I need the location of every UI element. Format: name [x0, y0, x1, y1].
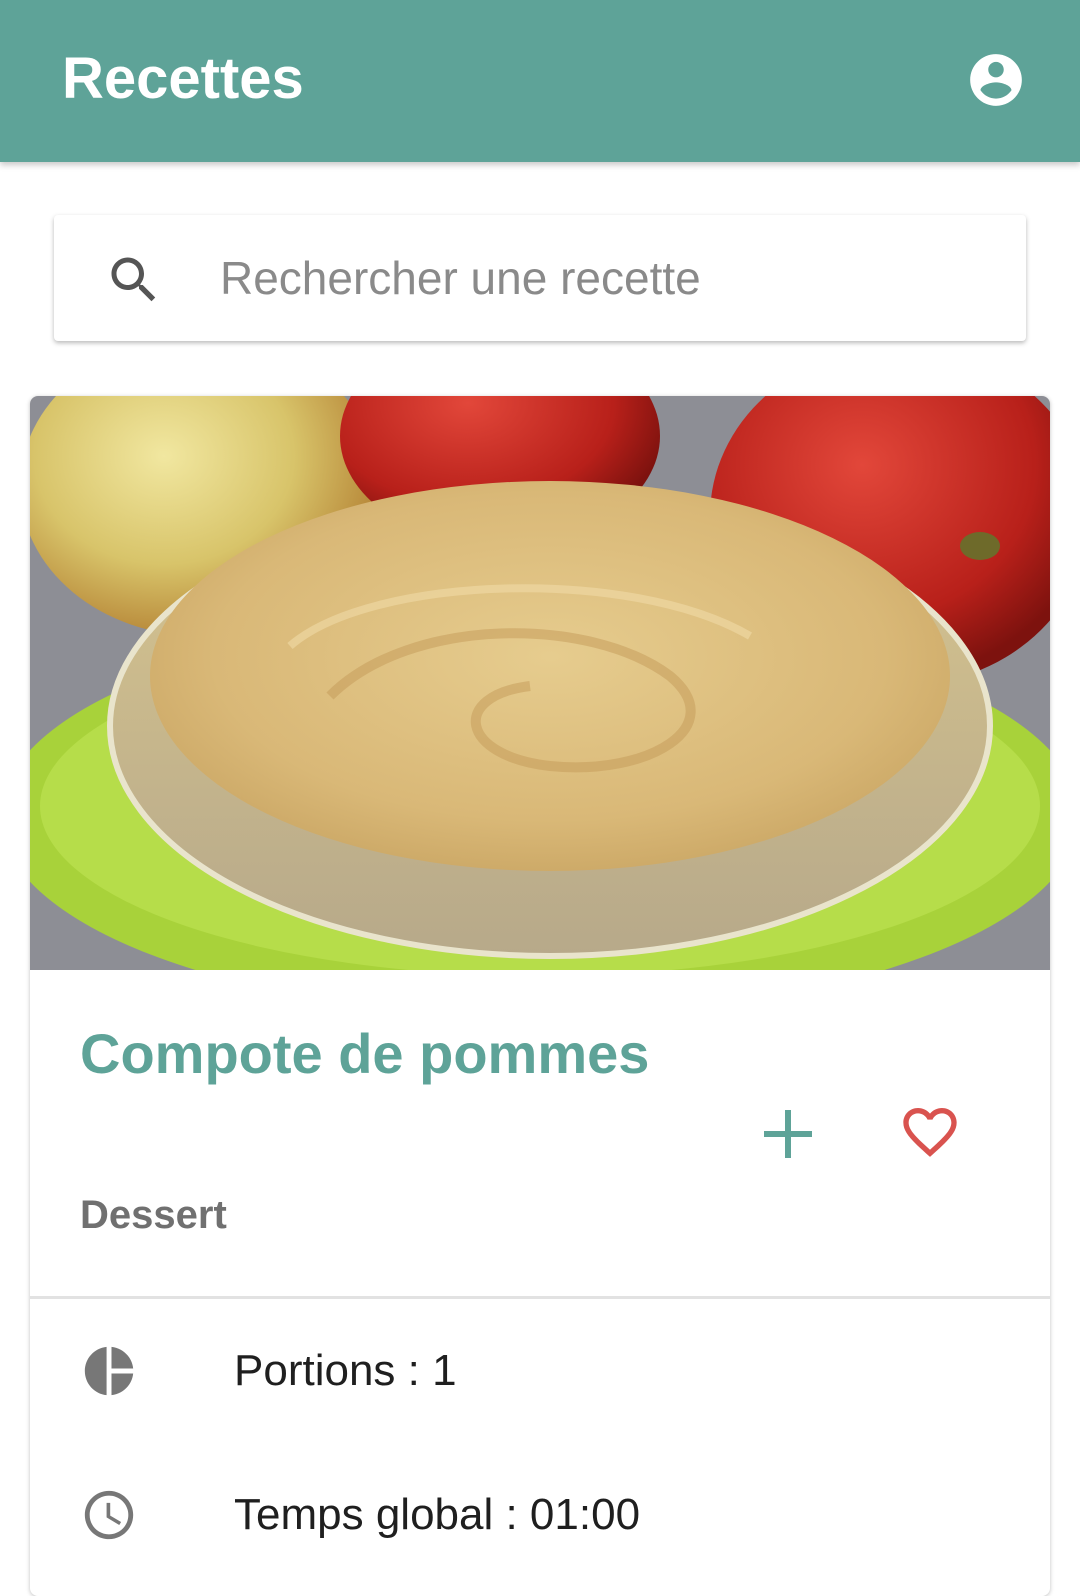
recipe-card[interactable]: Compote de pommes Dessert Portions : 1 T…: [30, 396, 1050, 1596]
recipe-image: [30, 396, 1050, 970]
account-circle-icon: [970, 54, 1022, 106]
total-time-text: Temps global : 01:00: [234, 1490, 641, 1539]
portions-text: Portions : 1: [234, 1346, 457, 1395]
app-title: Recettes: [62, 46, 304, 111]
plus-icon: [764, 1110, 812, 1158]
pie-chart-icon: [84, 1346, 134, 1396]
search-input[interactable]: [220, 240, 1000, 316]
heart-outline-icon: [903, 1108, 957, 1157]
add-recipe-button[interactable]: [750, 1096, 826, 1172]
recipe-category: Dessert: [80, 1193, 227, 1237]
search-icon: [111, 257, 156, 302]
favorite-button[interactable]: [892, 1094, 968, 1170]
clock-icon: [84, 1490, 134, 1540]
card-divider: [30, 1296, 1050, 1299]
recipe-title[interactable]: Compote de pommes: [80, 1018, 680, 1090]
app-bar: Recettes: [0, 0, 1080, 162]
account-button[interactable]: [960, 44, 1032, 116]
